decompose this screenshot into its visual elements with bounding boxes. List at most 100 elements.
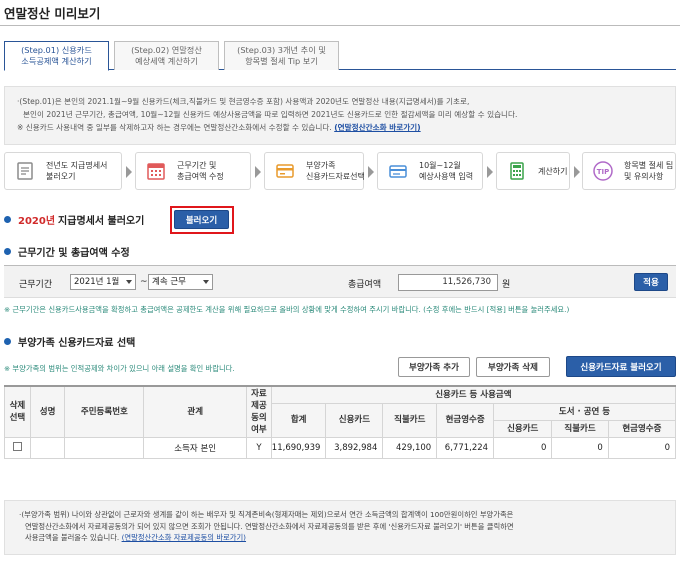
tab-step-03-line1: (Step.03) 3개년 추이 및 bbox=[237, 45, 326, 55]
tab-step-03[interactable]: (Step.03) 3개년 추이 및 항목별 절세 Tip 보기 bbox=[224, 41, 339, 70]
tip-icon: TIP bbox=[592, 160, 614, 182]
header-books-debit: 직불카드 bbox=[551, 419, 609, 438]
simplified-service-link[interactable]: (연말정산간소화 바로가기) bbox=[334, 123, 420, 132]
salary-input[interactable]: 11,526,730 bbox=[398, 274, 498, 291]
step-2-line1: 근무기간 및 bbox=[177, 161, 217, 170]
card-input-icon bbox=[387, 160, 409, 182]
period-end-value: 계속 근무 bbox=[152, 277, 186, 287]
step-1-line2: 불러오기 bbox=[46, 172, 76, 181]
row-name bbox=[29, 436, 66, 459]
bottom-line-2: 연말정산간소화에서 자료제공동의가 되어 있지 않으면 조회가 안됩니다. 연말… bbox=[25, 521, 514, 531]
bottom-line-3-text: 사용금액을 불러올수 있습니다. bbox=[25, 533, 120, 542]
row-cash: 6,771,224 bbox=[436, 436, 495, 459]
row-total: 11,690,939 bbox=[270, 436, 327, 459]
step-arrow bbox=[255, 166, 261, 178]
consent-link[interactable]: (연말정산간소화 자료제공동의 바로가기) bbox=[122, 533, 246, 542]
bottom-line-3: 사용금액을 불러올수 있습니다. (연말정산간소화 자료제공동의 바로가기) bbox=[19, 532, 661, 544]
row-books-debit: 0 bbox=[551, 436, 609, 459]
calculator-icon bbox=[506, 160, 528, 182]
step-arrow bbox=[574, 166, 580, 178]
tab-step-01-line2: 소득공제액 계산하기 bbox=[21, 56, 92, 66]
bullet-icon bbox=[4, 248, 11, 255]
header-consent: 자료 제공 동의 여부 bbox=[246, 385, 272, 438]
period-start-select[interactable]: 2021년 1월 bbox=[70, 274, 136, 290]
step-3-line2: 신용카드자료선택 bbox=[306, 172, 365, 181]
step-expected-usage: 10월~12월예상사용액 입력 bbox=[377, 152, 483, 190]
step-1-line1: 전년도 지급명세서 bbox=[46, 161, 108, 170]
step-calculate: 계산하기 bbox=[496, 152, 570, 190]
add-dependent-button[interactable]: 부양가족 추가 bbox=[398, 357, 470, 377]
header-books-credit: 신용카드 bbox=[493, 419, 553, 438]
row-consent: Y bbox=[246, 436, 272, 459]
step-select-dependents: 부양가족신용카드자료선택 bbox=[264, 152, 365, 190]
row-id bbox=[64, 436, 145, 459]
step-load-statement: 전년도 지급명세서불러오기 bbox=[4, 152, 122, 190]
highlight-box bbox=[170, 206, 234, 234]
header-relation: 관계 bbox=[143, 385, 248, 438]
period-separator: ~ bbox=[140, 277, 148, 287]
header-cash: 현금영수증 bbox=[436, 402, 495, 438]
section-period-salary-title: 근무기간 및 총급여액 수정 bbox=[18, 248, 130, 259]
section-load-statement-title: 지급명세서 불러오기 bbox=[58, 216, 145, 227]
header-books-cash: 현금영수증 bbox=[607, 419, 677, 438]
bottom-line-1: ·(부양가족 범위) 나이와 상관없이 근로자와 생계를 같이 하는 배우자 및… bbox=[19, 510, 514, 519]
dependents-table: 삭제 선택 성명 주민등록번호 관계 자료 제공 동의 여부 신용카드 등 사용… bbox=[4, 385, 677, 459]
step-4-line2: 예상사용액 입력 bbox=[419, 172, 474, 181]
header-credit: 신용카드 bbox=[325, 402, 384, 438]
svg-text:TIP: TIP bbox=[597, 168, 610, 176]
row-books-credit: 0 bbox=[493, 436, 553, 459]
step-edit-period: 근무기간 및총급여액 수정 bbox=[135, 152, 251, 190]
step-6-line2: 및 유의사항 bbox=[624, 172, 664, 181]
info-box: ·(Step.01)은 본인의 2021.1월~9월 신용카드(체크,직불카드 … bbox=[4, 86, 676, 145]
page: 연말정산 미리보기 (Step.01) 신용카드 소득공제액 계산하기 (Ste… bbox=[0, 0, 680, 564]
load-card-data-button[interactable]: 신용카드자료 불러오기 bbox=[566, 356, 676, 377]
tab-step-02-line1: (Step.02) 연말정산 bbox=[131, 45, 202, 55]
chevron-down-icon bbox=[126, 280, 132, 284]
row-select-cell bbox=[4, 436, 31, 459]
title-divider bbox=[0, 25, 680, 26]
header-books-group: 도서 · 공연 등 bbox=[493, 402, 676, 421]
section-load-statement: 2020년 지급명세서 불러오기 bbox=[4, 212, 144, 227]
row-credit: 3,892,984 bbox=[325, 436, 384, 459]
header-total: 합계 bbox=[270, 402, 327, 438]
bullet-icon bbox=[4, 216, 11, 223]
calendar-icon bbox=[145, 160, 167, 182]
step-4-line1: 10월~12월 bbox=[419, 161, 461, 170]
delete-dependent-button[interactable]: 부양가족 삭제 bbox=[476, 357, 550, 377]
info-line-3-text: ※ 신용카드 사용내역 중 일부를 삭제하고자 하는 경우에는 연말정산간소화에… bbox=[17, 123, 332, 132]
dependents-info-box: ·(부양가족 범위) 나이와 상관없이 근로자와 생계를 같이 하는 배우자 및… bbox=[4, 500, 676, 555]
tab-step-02-line2: 예상세액 계산하기 bbox=[135, 56, 198, 66]
table-row: 소득자 본인 Y 11,690,939 3,892,984 429,100 6,… bbox=[4, 436, 677, 459]
page-title: 연말정산 미리보기 bbox=[4, 6, 101, 21]
process-steps: 전년도 지급명세서불러오기 근무기간 및총급여액 수정 부양가족신용카드자료선택… bbox=[4, 152, 676, 192]
salary-unit: 원 bbox=[502, 280, 511, 290]
row-books-cash: 0 bbox=[607, 436, 677, 459]
section-period-salary: 근무기간 및 총급여액 수정 bbox=[4, 244, 130, 259]
section-dependents: 부양가족 신용카드자료 선택 bbox=[4, 334, 135, 349]
step-2-line2: 총급여액 수정 bbox=[177, 172, 224, 181]
step-tabs: (Step.01) 신용카드 소득공제액 계산하기 (Step.02) 연말정산… bbox=[4, 41, 676, 71]
tab-step-01[interactable]: (Step.01) 신용카드 소득공제액 계산하기 bbox=[4, 41, 109, 71]
header-usage-group: 신용카드 등 사용금액 bbox=[270, 385, 677, 404]
card-icon bbox=[274, 160, 296, 182]
tab-step-02[interactable]: (Step.02) 연말정산 예상세액 계산하기 bbox=[114, 41, 219, 70]
info-line-2: 본인이 2021년 근무기간, 총급여액, 10월~12월 신용카드 예상사용금… bbox=[23, 110, 518, 119]
step-tax-tips: TIP 항목별 절세 팁및 유의사항 bbox=[582, 152, 676, 190]
apply-button[interactable]: 적용 bbox=[634, 273, 668, 291]
header-id: 주민등록번호 bbox=[64, 385, 145, 438]
step-arrow bbox=[487, 166, 493, 178]
period-note: ※ 근무기간은 신용카드사용금액을 확정하고 총급여액은 공제한도 계산을 위해… bbox=[4, 305, 570, 314]
row-relation: 소득자 본인 bbox=[143, 436, 248, 459]
step-3-line1: 부양가족 bbox=[306, 161, 336, 170]
bullet-icon bbox=[4, 338, 11, 345]
dependents-note: ※ 부양가족의 범위는 인적공제와 차이가 있으니 아래 설명을 확인 바랍니다… bbox=[4, 364, 235, 373]
header-select: 삭제 선택 bbox=[4, 385, 31, 438]
row-select-checkbox[interactable] bbox=[12, 441, 22, 451]
step-5-line1: 계산하기 bbox=[538, 166, 568, 176]
period-end-select[interactable]: 계속 근무 bbox=[148, 274, 213, 290]
document-icon bbox=[14, 160, 36, 182]
info-line-1: ·(Step.01)은 본인의 2021.1월~9월 신용카드(체크,직불카드 … bbox=[17, 97, 470, 106]
section-dependents-title: 부양가족 신용카드자료 선택 bbox=[18, 338, 136, 349]
header-name: 성명 bbox=[29, 385, 66, 438]
header-debit: 직불카드 bbox=[382, 402, 438, 438]
